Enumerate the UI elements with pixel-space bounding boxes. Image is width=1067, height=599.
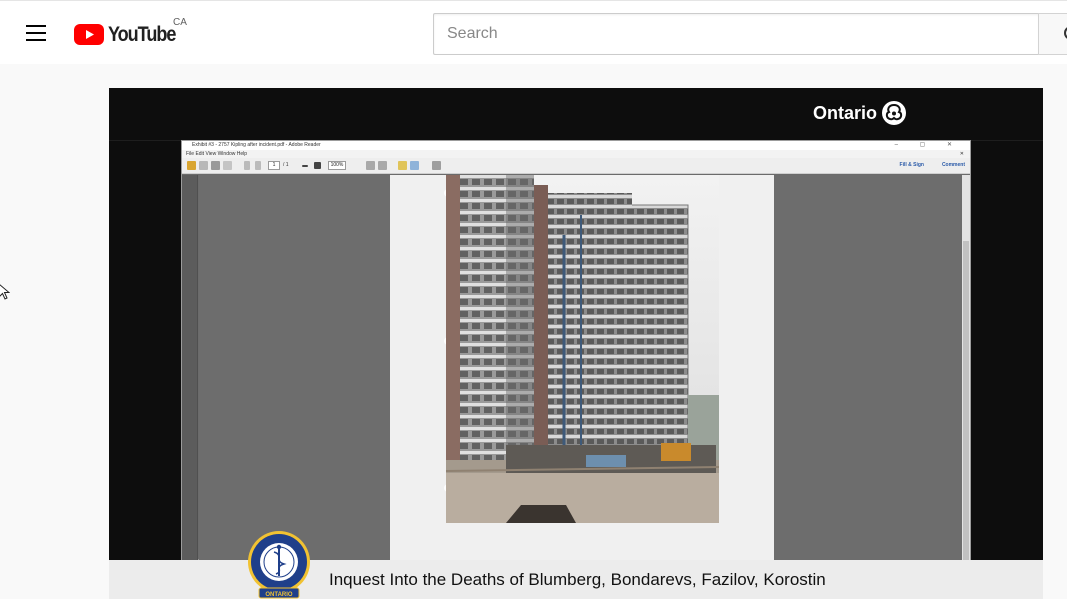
inquest-caption: Inquest Into the Deaths of Blumberg, Bon… xyxy=(329,570,826,589)
ontario-logo: Ontario xyxy=(813,100,907,126)
search-button[interactable] xyxy=(1038,13,1067,55)
masthead: YouTube CA xyxy=(0,0,1067,64)
reader-scrollbar xyxy=(962,175,970,561)
pdf-reader-window: Exhibit #3 - 2757 Kipling after incident… xyxy=(181,140,971,561)
fullscreen-icon xyxy=(432,161,441,170)
reader-titlebar: Exhibit #3 - 2757 Kipling after incident… xyxy=(182,141,970,150)
page-down-icon xyxy=(255,161,261,170)
zoom-in-icon xyxy=(314,162,321,169)
page-up-icon xyxy=(244,161,250,170)
zoom-field: 100% xyxy=(328,161,346,170)
reader-toolbar: 1 / 1 100% Fill & Sign Comment xyxy=(182,158,970,174)
country-code: CA xyxy=(173,17,187,28)
print-icon xyxy=(211,161,220,170)
save-icon xyxy=(199,161,208,170)
seal-label: ONTARIO xyxy=(265,592,293,598)
zoom-out-icon xyxy=(302,165,308,167)
reader-title: Exhibit #3 - 2757 Kipling after incident… xyxy=(192,142,321,148)
reader-menu-items: File Edit View Window Help xyxy=(186,151,248,157)
fill-sign-link: Fill & Sign xyxy=(899,162,924,168)
search-box xyxy=(433,13,1039,55)
email-icon xyxy=(223,161,232,170)
video-player[interactable]: Ontario Exhibit #3 - 2757 Kipling after … xyxy=(109,88,1043,599)
broadcaster-name: Ontario xyxy=(813,102,878,123)
fit-width-icon xyxy=(378,161,387,170)
hamburger-icon xyxy=(26,39,46,41)
page-total: / 1 xyxy=(283,162,289,168)
close-icon: ✕ xyxy=(959,151,964,157)
page-number-field: 1 xyxy=(268,161,280,170)
guide-menu-button[interactable] xyxy=(16,15,56,51)
youtube-wordmark: YouTube xyxy=(108,22,176,46)
comment-note-icon xyxy=(398,161,407,170)
search-icon xyxy=(1064,27,1067,39)
window-controls: – ▢ ✕ xyxy=(894,142,962,148)
fit-page-icon xyxy=(366,161,375,170)
reader-menubar: File Edit View Window Help ✕ xyxy=(182,150,970,158)
building-photo xyxy=(446,175,719,523)
reader-navigation-pane xyxy=(182,175,198,561)
ontario-trillium-icon xyxy=(882,101,907,125)
youtube-logo-link[interactable]: YouTube xyxy=(74,19,186,49)
coroner-seal-icon: ONTARIO xyxy=(241,528,317,599)
comment-link: Comment xyxy=(941,162,965,168)
mouse-cursor-icon xyxy=(0,283,11,305)
reader-scroll-thumb xyxy=(963,241,969,561)
highlight-icon xyxy=(410,161,419,170)
youtube-play-icon xyxy=(74,23,104,45)
hamburger-icon xyxy=(26,32,46,34)
search-input[interactable] xyxy=(434,14,1039,54)
hamburger-icon xyxy=(26,25,46,27)
open-file-icon xyxy=(187,161,196,170)
